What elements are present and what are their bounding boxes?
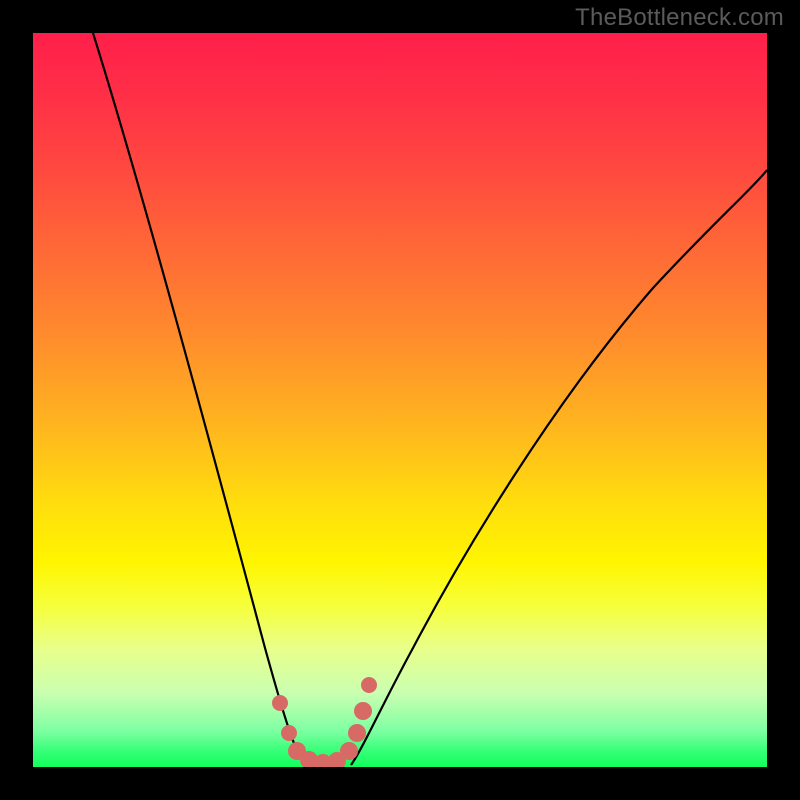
bead-icon [361, 677, 377, 693]
bead-icon [354, 702, 372, 720]
watermark-text: TheBottleneck.com [575, 4, 784, 32]
plot-area [33, 33, 767, 767]
curve-right [351, 170, 767, 765]
bead-icon [281, 725, 297, 741]
curve-left [93, 33, 305, 765]
marker-group [272, 677, 377, 767]
bead-icon [348, 724, 366, 742]
bead-icon [340, 742, 358, 760]
curve-svg [33, 33, 767, 767]
chart-frame: TheBottleneck.com [0, 0, 800, 800]
bead-icon [272, 695, 288, 711]
